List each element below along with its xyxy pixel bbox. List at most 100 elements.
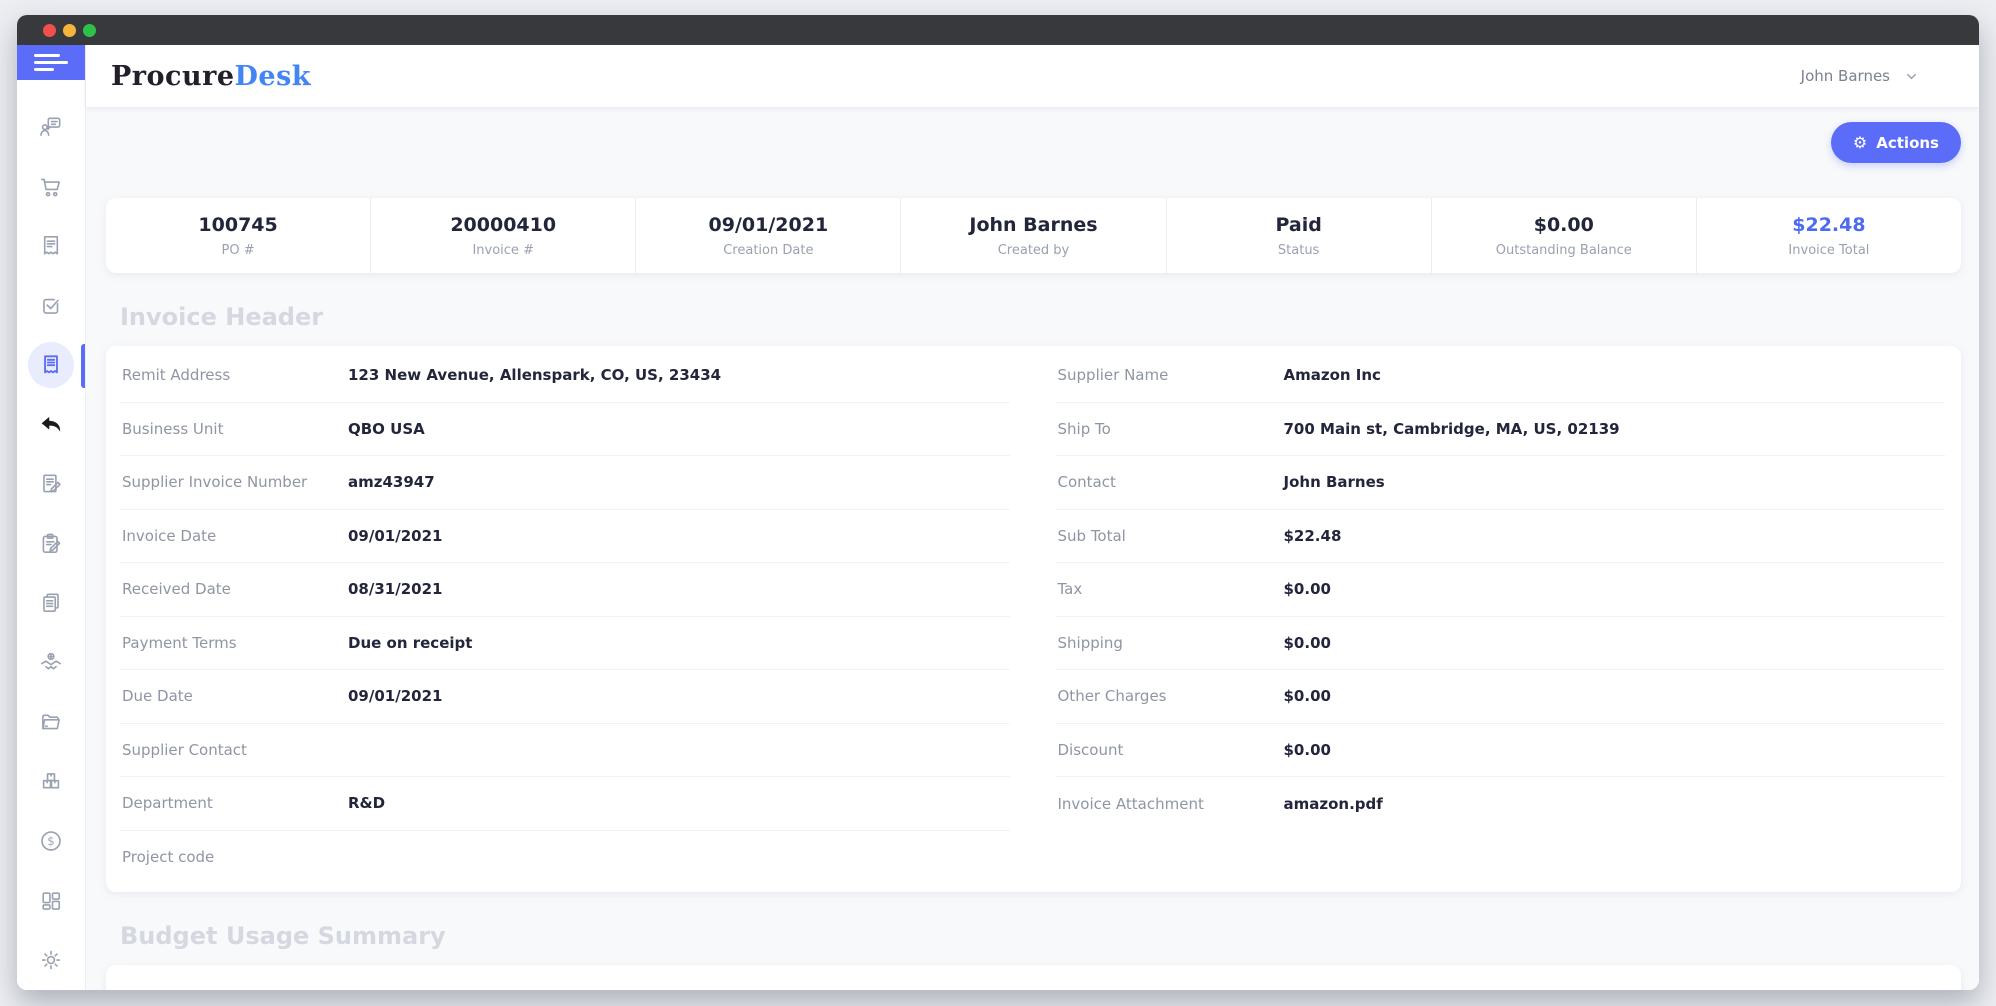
user-name: John Barnes	[1800, 67, 1890, 85]
field-label: Due Date	[122, 687, 193, 706]
field-label: Department	[122, 794, 213, 813]
handshake-dollar-icon	[40, 652, 62, 670]
po-number-value: 100745	[198, 213, 278, 236]
field-label: Contact	[1057, 473, 1116, 492]
sidebar-item-approvals[interactable]	[17, 276, 85, 336]
back-arrow-icon	[41, 416, 61, 432]
shopping-cart-icon	[40, 178, 61, 197]
app-window: $ ProcureDesk John Barnes ⚙ Actions 1007…	[17, 15, 1979, 990]
field-row-due-date: Due Date 09/01/2021	[120, 670, 1010, 724]
field-label: Supplier Name	[1057, 366, 1169, 385]
dashboard-grid-icon	[42, 892, 61, 910]
invoice-header-right-column: Supplier Name Amazon Inc Ship To 700 Mai…	[1055, 349, 1945, 831]
field-label: Sub Total	[1057, 526, 1126, 545]
sidebar-nav: $	[17, 80, 85, 991]
field-label: Payment Terms	[122, 633, 237, 652]
created-by-value: John Barnes	[969, 213, 1098, 236]
field-value: $0.00	[1283, 740, 1331, 759]
active-item-bar	[80, 343, 85, 388]
menu-toggle-button[interactable]	[17, 45, 85, 80]
sidebar-item-receipts[interactable]	[17, 217, 85, 277]
field-label: Received Date	[122, 580, 231, 599]
invoice-summary-bar: 100745 PO # 20000410 Invoice # 09/01/202…	[106, 198, 1961, 273]
invoice-icon	[44, 355, 58, 374]
app-logo: ProcureDesk	[111, 61, 311, 92]
user-request-icon	[40, 117, 61, 137]
sidebar: $	[17, 45, 86, 990]
field-row-tax: Tax $0.00	[1055, 563, 1945, 617]
documents-icon	[43, 593, 59, 613]
outstanding-balance-value: $0.00	[1533, 213, 1594, 236]
receipt-icon	[43, 236, 59, 255]
sidebar-item-quotes[interactable]	[17, 455, 85, 515]
field-row-project-code: Project code	[120, 831, 1010, 885]
attachment-link[interactable]: amazon.pdf	[1284, 795, 1383, 813]
field-label: Tax	[1057, 580, 1083, 599]
field-value: QBO USA	[348, 419, 425, 438]
boxes-icon	[42, 772, 60, 789]
checkbox-check-icon	[43, 298, 59, 314]
summary-po-number: 100745 PO #	[106, 198, 370, 273]
logo-text-desk: Desk	[234, 60, 312, 92]
field-label: Supplier Invoice Number	[122, 473, 308, 492]
field-value: $0.00	[1283, 633, 1331, 652]
field-row-remit-address: Remit Address 123 New Avenue, Allenspark…	[120, 349, 1010, 403]
invoice-number-label: Invoice #	[472, 242, 534, 258]
page-content: ⚙ Actions 100745 PO # 20000410 Invoice #	[86, 107, 1979, 990]
field-label: Ship To	[1057, 419, 1111, 438]
field-value: $0.00	[1283, 580, 1331, 599]
sidebar-item-suppliers[interactable]	[17, 633, 85, 693]
gear-icon: ⚙	[1852, 132, 1868, 152]
sidebar-item-invoices[interactable]	[17, 336, 85, 396]
invoice-header-section-title: Invoice Header	[120, 303, 324, 331]
field-label: Discount	[1057, 740, 1124, 759]
invoice-header-left-column: Remit Address 123 New Avenue, Allenspark…	[120, 349, 1010, 884]
actions-button[interactable]: ⚙ Actions	[1830, 122, 1961, 163]
field-label: Invoice Attachment	[1057, 794, 1204, 813]
sidebar-item-back[interactable]	[17, 395, 85, 455]
sidebar-item-shopping-cart[interactable]	[17, 157, 85, 217]
summary-created-by: John Barnes Created by	[900, 198, 1165, 273]
minimize-window-button[interactable]	[63, 23, 76, 37]
clipboard-pen-icon	[42, 533, 61, 553]
top-header: ProcureDesk John Barnes	[86, 45, 1979, 107]
sidebar-item-documents[interactable]	[17, 574, 85, 634]
field-row-ship-to: Ship To 700 Main st, Cambridge, MA, US, …	[1055, 403, 1945, 456]
created-by-label: Created by	[997, 242, 1070, 258]
user-menu[interactable]: John Barnes	[1801, 67, 1919, 85]
outstanding-balance-label: Outstanding Balance	[1495, 242, 1632, 258]
sidebar-item-folders[interactable]	[17, 693, 85, 753]
field-value: 09/01/2021	[348, 687, 443, 706]
close-window-button[interactable]	[43, 23, 56, 37]
field-value: 123 New Avenue, Allenspark, CO, US, 2343…	[348, 366, 722, 385]
summary-status: Paid Status	[1165, 198, 1431, 273]
creation-date-value: 09/01/2021	[708, 213, 829, 236]
sidebar-item-settings[interactable]	[17, 931, 85, 991]
invoice-total-label: Invoice Total	[1788, 242, 1870, 258]
field-value: $22.48	[1283, 526, 1342, 545]
sidebar-item-user-requests[interactable]	[17, 98, 85, 158]
field-row-sub-total: Sub Total $22.48	[1055, 510, 1945, 563]
field-row-business-unit: Business Unit QBO USA	[120, 403, 1010, 456]
actions-button-label: Actions	[1876, 133, 1939, 152]
sidebar-item-contracts[interactable]	[17, 514, 85, 574]
field-row-invoice-date: Invoice Date 09/01/2021	[120, 510, 1010, 563]
field-row-department: Department R&D	[120, 777, 1010, 831]
field-label: Shipping	[1057, 633, 1123, 652]
zoom-window-button[interactable]	[83, 23, 96, 37]
field-value: Due on receipt	[348, 633, 473, 652]
field-label: Other Charges	[1057, 687, 1167, 706]
invoice-total-value: $22.48	[1792, 213, 1866, 236]
field-label: Supplier Contact	[122, 740, 247, 759]
summary-outstanding-balance: $0.00 Outstanding Balance	[1430, 198, 1696, 273]
settings-gear-icon	[41, 950, 61, 970]
summary-invoice-number: 20000410 Invoice #	[370, 198, 635, 273]
sidebar-item-dashboard[interactable]	[17, 871, 85, 931]
sidebar-item-payments[interactable]: $	[17, 812, 85, 872]
sidebar-item-inventory[interactable]	[17, 752, 85, 812]
field-row-supplier-name: Supplier Name Amazon Inc	[1055, 349, 1945, 403]
field-row-payment-terms: Payment Terms Due on receipt	[120, 617, 1010, 670]
field-value: R&D	[348, 794, 386, 813]
field-value: amz43947	[348, 473, 435, 492]
hamburger-icon	[34, 50, 68, 76]
